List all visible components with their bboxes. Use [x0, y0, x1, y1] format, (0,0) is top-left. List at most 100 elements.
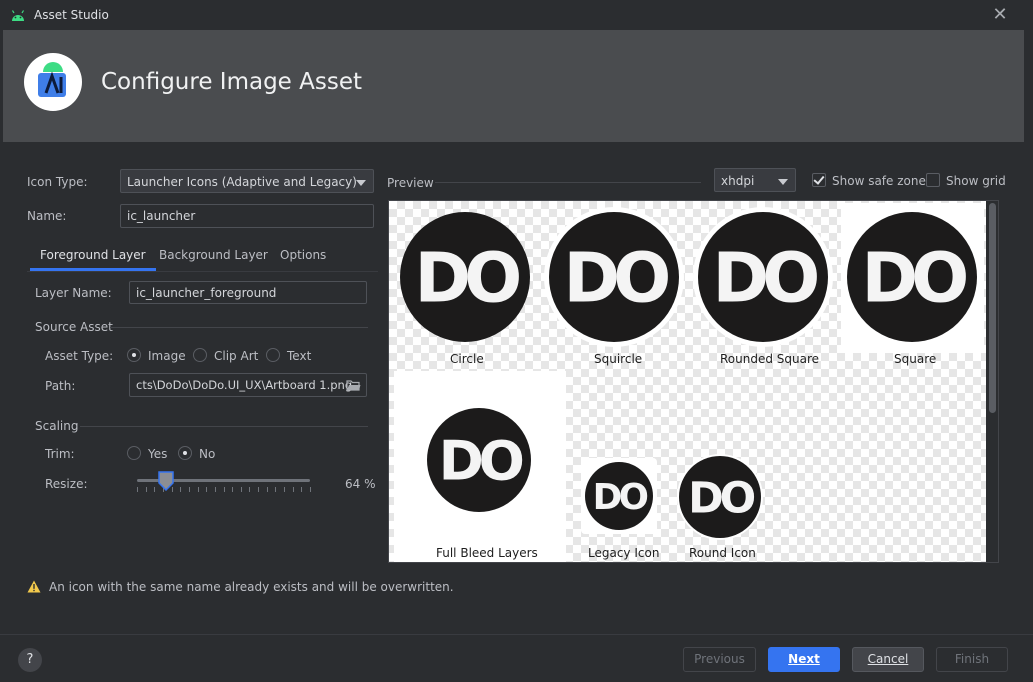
- slider-tick: [241, 487, 242, 492]
- path-label: Path:: [45, 379, 76, 393]
- icon-circle-text: DO: [414, 240, 519, 319]
- footer-divider: [0, 634, 1033, 635]
- name-input[interactable]: ic_launcher: [120, 204, 374, 228]
- slider-tick: [215, 487, 216, 492]
- show-safe-zone-label: Show safe zone: [832, 174, 926, 188]
- slider-tick: [146, 487, 147, 492]
- slider-tick: [198, 487, 199, 492]
- android-studio-logo: [24, 53, 82, 111]
- layer-tabs: Foreground Layer Background Layer Option…: [27, 242, 378, 272]
- previous-button[interactable]: Previous: [683, 647, 756, 672]
- icon-square-text: DO: [861, 240, 966, 319]
- slider-tick: [154, 487, 155, 492]
- next-button[interactable]: Next: [768, 647, 840, 672]
- chevron-down-icon: [356, 180, 366, 186]
- icon-legacy-text: DO: [593, 477, 648, 518]
- path-value: cts\DoDo\DoDo.UI_UX\Artboard 1.png: [136, 378, 353, 392]
- resize-value: 64 %: [345, 477, 376, 491]
- radio-trim-no[interactable]: [178, 446, 192, 460]
- slider-tick: [206, 487, 207, 492]
- name-label: Name:: [27, 209, 67, 223]
- slider-tick: [275, 487, 276, 492]
- slider-tick: [137, 487, 138, 492]
- radio-clip-art[interactable]: [193, 348, 207, 362]
- label-round-icon: Round Icon: [689, 546, 756, 560]
- radio-trim-yes[interactable]: [127, 446, 141, 460]
- next-button-label: Next: [788, 652, 820, 666]
- source-asset-title: Source Asset: [35, 320, 113, 334]
- label-circle: Circle: [450, 352, 484, 366]
- slider-tick: [301, 487, 302, 492]
- label-full-bleed-layers: Full Bleed Layers: [436, 546, 538, 560]
- preview-icons: DO DO DO DO DO DO DO: [400, 207, 977, 540]
- show-safe-zone-checkbox[interactable]: [812, 173, 826, 187]
- divider: [435, 182, 701, 183]
- page-title: Configure Image Asset: [101, 69, 362, 95]
- label-square: Square: [894, 352, 937, 366]
- layer-name-label: Layer Name:: [35, 286, 112, 300]
- icon-squircle-text: DO: [563, 240, 668, 319]
- label-legacy-icon: Legacy Icon: [588, 546, 660, 560]
- asset-type-label: Asset Type:: [45, 349, 114, 363]
- density-dropdown[interactable]: xhdpi: [714, 168, 796, 192]
- scaling-title: Scaling: [35, 419, 79, 433]
- slider-tick: [180, 487, 181, 492]
- path-input[interactable]: cts\DoDo\DoDo.UI_UX\Artboard 1.png: [129, 373, 367, 397]
- cancel-button[interactable]: Cancel: [852, 647, 924, 672]
- android-icon: [11, 10, 25, 21]
- slider-tick: [249, 487, 250, 492]
- slider-tick: [224, 487, 225, 492]
- tab-foreground-layer[interactable]: Foreground Layer: [30, 242, 156, 271]
- preview-panel: DO DO DO DO DO DO DO Circle Squircle Rounded S…: [388, 200, 999, 563]
- radio-trim-yes-label: Yes: [148, 447, 168, 461]
- radio-image-label: Image: [148, 349, 186, 363]
- layer-name-input[interactable]: ic_launcher_foreground: [129, 281, 367, 304]
- radio-clip-art-label: Clip Art: [214, 349, 259, 363]
- slider-tick: [189, 487, 190, 492]
- label-squircle: Squircle: [594, 352, 643, 366]
- divider: [110, 327, 368, 328]
- chevron-down-icon: [778, 179, 788, 185]
- slider-tick: [293, 487, 294, 492]
- slider-tick: [232, 487, 233, 492]
- icon-type-value: Launcher Icons (Adaptive and Legacy): [127, 175, 357, 189]
- icon-rounded-square-text: DO: [712, 240, 817, 319]
- trim-label: Trim:: [45, 447, 75, 461]
- icon-type-dropdown[interactable]: Launcher Icons (Adaptive and Legacy): [120, 169, 374, 193]
- divider: [80, 426, 368, 427]
- radio-text[interactable]: [266, 348, 280, 362]
- help-button[interactable]: ?: [18, 648, 42, 672]
- finish-button[interactable]: Finish: [936, 647, 1008, 672]
- label-rounded-square: Rounded Square: [720, 352, 820, 366]
- show-grid-label: Show grid: [946, 174, 1006, 188]
- tab-options[interactable]: Options: [270, 242, 336, 271]
- slider-tick: [258, 487, 259, 492]
- resize-label: Resize:: [45, 477, 88, 491]
- icon-round-text: DO: [688, 473, 754, 523]
- density-value: xhdpi: [721, 174, 755, 188]
- show-grid-checkbox[interactable]: [926, 173, 940, 187]
- icon-type-label: Icon Type:: [27, 175, 88, 189]
- warning-icon: [27, 580, 41, 593]
- close-icon[interactable]: ✕: [990, 4, 1010, 26]
- folder-icon[interactable]: [346, 379, 361, 391]
- cancel-button-label: Cancel: [867, 652, 909, 666]
- warning-text: An icon with the same name already exist…: [49, 580, 454, 594]
- title-bar: Asset Studio ✕: [0, 0, 1033, 30]
- resize-slider-thumb[interactable]: [157, 471, 175, 491]
- radio-trim-no-label: No: [199, 447, 216, 461]
- radio-text-label: Text: [287, 349, 312, 363]
- android-studio-icon: [38, 62, 66, 97]
- scrollbar-thumb[interactable]: [989, 203, 996, 413]
- icon-full-bleed-text: DO: [439, 429, 523, 493]
- slider-tick: [284, 487, 285, 492]
- preview-label: Preview: [387, 176, 434, 190]
- overwrite-warning: An icon with the same name already exist…: [27, 580, 454, 594]
- header-banner: Configure Image Asset: [3, 30, 1024, 142]
- slider-tick: [267, 487, 268, 492]
- window-title: Asset Studio: [34, 8, 109, 22]
- preview-scrollbar[interactable]: [987, 201, 998, 562]
- radio-image[interactable]: [127, 348, 141, 362]
- slider-tick: [310, 487, 311, 492]
- tab-background-layer[interactable]: Background Layer: [149, 242, 278, 271]
